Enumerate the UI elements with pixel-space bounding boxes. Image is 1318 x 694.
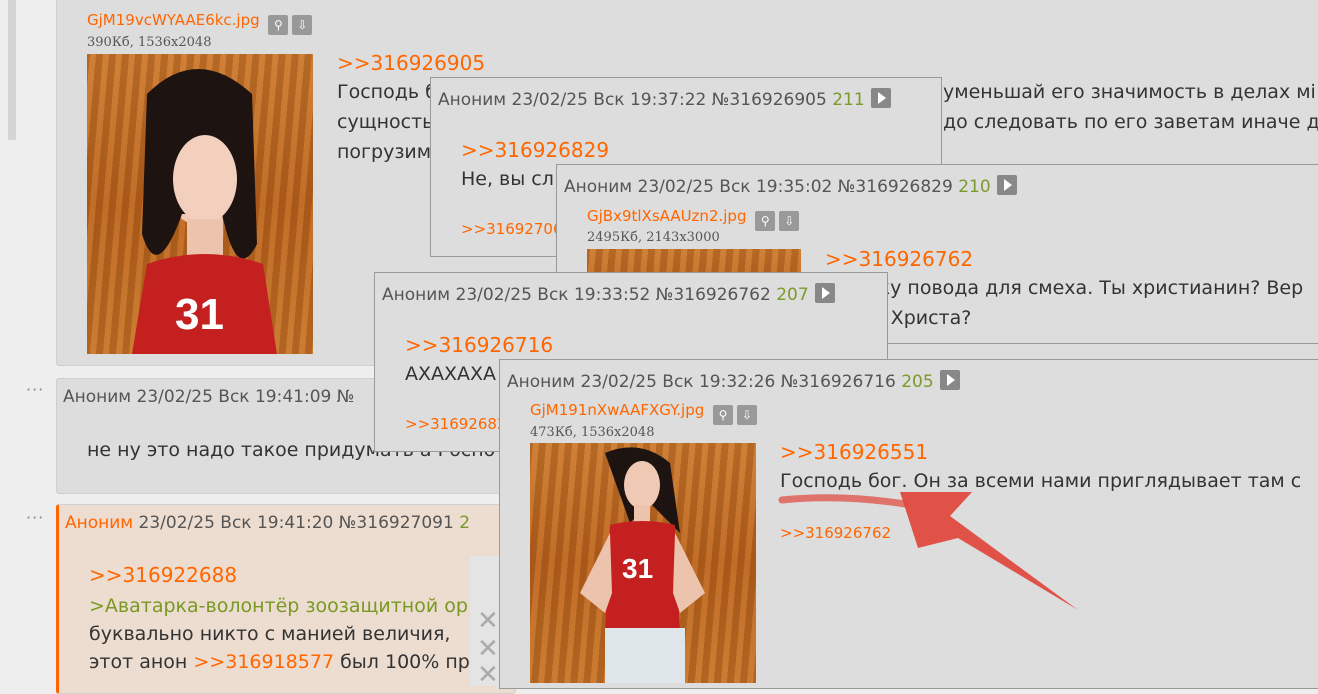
play-icon[interactable] <box>870 88 891 108</box>
file-meta: 390Кб, 1536x2048 <box>87 35 212 50</box>
greentext-quote: >Аватарка-волонтёр зоозащитной ор <box>89 595 468 617</box>
author: Аноним <box>382 285 451 305</box>
post-text: АХАХАХА <box>405 363 497 385</box>
reply-preview-popup-4: Аноним 23/02/25 Вск 19:32:26 №316926716 … <box>499 359 1318 689</box>
post-number[interactable]: №316926829 <box>838 177 953 197</box>
svg-text:31: 31 <box>175 290 224 339</box>
more-dots-icon[interactable]: ··· <box>26 380 44 399</box>
datetime: 23/02/25 Вск 19:37:22 <box>511 90 707 110</box>
post-text: Господь бог. Он за всеми нами приглядыва… <box>780 470 1302 492</box>
post-number[interactable]: №316926716 <box>781 372 896 392</box>
file-name[interactable]: GjM19vcWYAAE6kc.jpg <box>87 11 260 29</box>
file-name[interactable]: GjM191nXwAAFXGY.jpg <box>530 401 704 419</box>
search-icon[interactable]: ⚲ <box>713 405 734 425</box>
line3-suffix: был 100% пра <box>340 651 482 673</box>
reply-ref-link[interactable]: >>316926716 <box>405 333 553 357</box>
datetime: 23/02/25 Вск 19:32:26 <box>580 372 776 392</box>
line3-prefix: этот анон <box>89 651 188 673</box>
author: Аноним <box>507 372 576 392</box>
post-header: Аноним 23/02/25 Вск 19:41:20 №316927091 … <box>65 513 470 533</box>
photo-girl-31: 31 <box>132 69 277 354</box>
play-icon[interactable] <box>939 370 960 390</box>
post-bottom-highlighted: Аноним 23/02/25 Вск 19:41:20 №316927091 … <box>56 504 516 694</box>
play-icon[interactable] <box>814 283 835 303</box>
datetime: 23/02/25 Вск 19:41:20 <box>138 513 334 533</box>
post-header: Аноним 23/02/25 Вск 19:33:52 №316926762 … <box>382 283 835 305</box>
post-image-thumbnail[interactable]: 31 <box>530 443 756 683</box>
photo-girl-31-standing: 31 <box>580 447 705 683</box>
post-image-thumbnail[interactable]: 31 <box>87 54 313 354</box>
post-number[interactable]: № <box>337 387 355 407</box>
reply-ref-link[interactable]: >>316926762 <box>825 247 973 271</box>
reply-ref-link[interactable]: >>316926551 <box>780 440 928 464</box>
post-header: Аноним 23/02/25 Вск 19:32:26 №316926716 … <box>507 370 960 392</box>
file-meta: 473Кб, 1536x2048 <box>530 425 655 440</box>
datetime: 23/02/25 Вск 19:41:09 <box>136 387 332 407</box>
backlink[interactable]: >>31692682 <box>405 415 506 433</box>
download-icon[interactable]: ⇩ <box>292 15 313 35</box>
close-icon[interactable]: ✕ <box>477 606 499 636</box>
author: Аноним <box>438 90 507 110</box>
backlink[interactable]: >>316926762 <box>780 524 891 542</box>
post-text-line-3: погрузим <box>337 141 432 163</box>
post-header: Аноним 23/02/25 Вск 19:37:22 №316926905 … <box>438 88 891 110</box>
search-icon[interactable]: ⚲ <box>755 211 776 231</box>
author: Аноним <box>63 387 132 407</box>
reply-count: 2 <box>459 513 471 533</box>
svg-text:31: 31 <box>622 553 653 584</box>
post-number[interactable]: №316926905 <box>712 90 827 110</box>
datetime: 23/02/25 Вск 19:35:02 <box>637 177 833 197</box>
post-text: Не, вы сл <box>461 168 554 190</box>
post-text-line-2: буквально никто с манией величия, <box>89 623 451 645</box>
reply-count: 211 <box>832 90 865 110</box>
reply-count: 210 <box>958 177 991 197</box>
post-text-line-1: Господь б <box>337 81 437 103</box>
post-header: Аноним 23/02/25 Вск 19:35:02 №316926829 … <box>564 175 1017 197</box>
play-icon[interactable] <box>996 175 1017 195</box>
file-meta: 2495Кб, 2143x3000 <box>587 230 720 245</box>
file-name-link[interactable]: GjM19vcWYAAE6kc.jpg ⚲ ⇩ <box>87 11 313 35</box>
left-scroll-strip <box>8 0 16 140</box>
author: Аноним <box>564 177 633 197</box>
file-name-link[interactable]: GjBx9tlXsAAUzn2.jpg ⚲ ⇩ <box>587 207 800 231</box>
close-icon[interactable]: ✕ <box>477 660 499 690</box>
inline-reply-link[interactable]: >>316918577 <box>193 651 334 673</box>
post-number[interactable]: №316927091 <box>339 513 454 533</box>
reply-ref-link[interactable]: >>316926829 <box>461 138 609 162</box>
backlink[interactable]: >>31692706 <box>461 220 562 238</box>
datetime: 23/02/25 Вск 19:33:52 <box>455 285 651 305</box>
author: Аноним <box>65 513 134 533</box>
more-dots-icon[interactable]: ··· <box>26 508 44 527</box>
post-text-line-3: этот анон >>316918577 был 100% пра <box>89 651 481 673</box>
search-icon[interactable]: ⚲ <box>268 15 289 35</box>
post-text-right-2: до следовать по его заветам иначе д <box>943 111 1318 133</box>
post-text-line-2: сущность <box>337 111 434 133</box>
reply-count: 207 <box>776 285 809 305</box>
post-text-line-1: жу повода для смеха. Ты христианин? Вер <box>873 277 1304 299</box>
download-icon[interactable]: ⇩ <box>737 405 758 425</box>
file-name-link[interactable]: GjM191nXwAAFXGY.jpg ⚲ ⇩ <box>530 401 758 425</box>
download-icon[interactable]: ⇩ <box>779 211 800 231</box>
reply-ref-link[interactable]: >>316922688 <box>89 563 237 587</box>
post-number[interactable]: №316926762 <box>656 285 771 305</box>
file-name[interactable]: GjBx9tlXsAAUzn2.jpg <box>587 207 746 225</box>
reply-ref-link[interactable]: >>316926905 <box>337 51 485 75</box>
reply-count: 205 <box>901 372 934 392</box>
post-text-right-1: уменьшай его значимость в делах мі <box>943 81 1316 103</box>
post-header: Аноним 23/02/25 Вск 19:41:09 № <box>63 387 354 407</box>
